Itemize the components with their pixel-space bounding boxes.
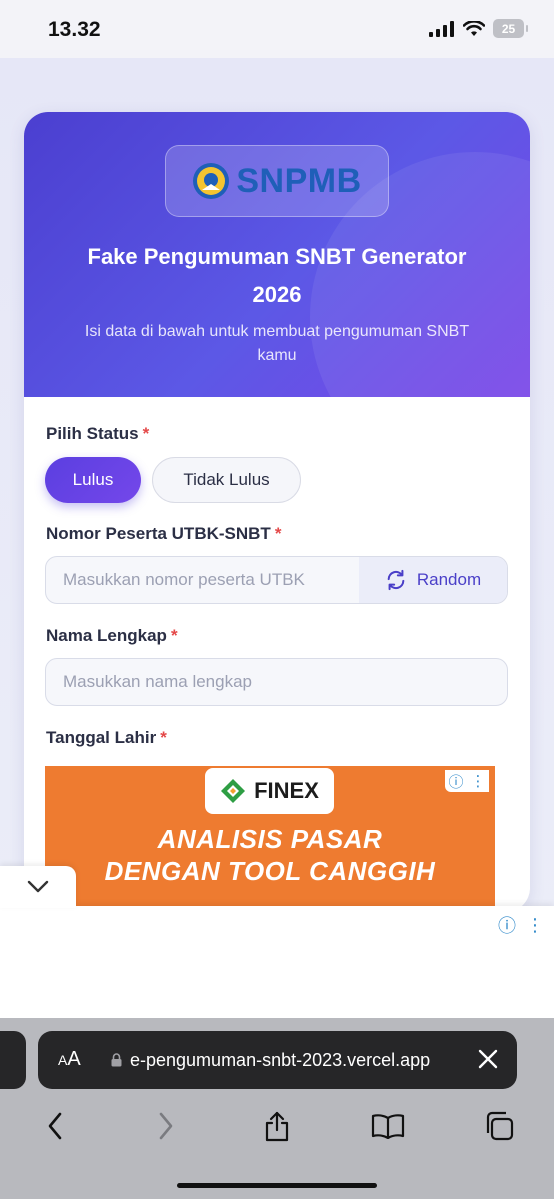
nomor-peserta-input[interactable]: [46, 557, 361, 603]
required-mark: *: [170, 626, 178, 645]
ad-more-icon[interactable]: ⋮: [470, 772, 485, 790]
nama-field: [45, 658, 508, 706]
random-label: Random: [416, 570, 482, 589]
previous-tab[interactable]: [0, 1031, 26, 1089]
browser-toolbar: [0, 1104, 554, 1148]
required-mark: *: [160, 728, 167, 747]
status-tidak-lulus-button[interactable]: Tidak Lulus: [152, 457, 301, 503]
chevron-left-icon: [49, 1112, 62, 1140]
nomor-field: Random: [45, 556, 508, 604]
title-line-1: Fake Pengumuman SNBT Generator: [87, 244, 467, 269]
ad-info-controls[interactable]: ⓘ ⋮: [445, 770, 489, 792]
random-button[interactable]: Random: [359, 557, 507, 603]
ad-headline-1: ANALISIS PASAR: [157, 824, 383, 854]
subtitle-line-2: kamu: [257, 347, 297, 364]
url-text: e-pengumuman-snbt-2023.vercel.app: [130, 1050, 431, 1070]
card-header: SNPMB Fake Pengumuman SNBT Generator 202…: [24, 112, 530, 397]
bottom-ad[interactable]: ⓘ ⋮: [0, 906, 554, 1022]
required-mark: *: [142, 424, 150, 443]
status-lulus-button[interactable]: Lulus: [45, 457, 141, 503]
page-title: Fake Pengumuman SNBT Generator 2026: [44, 238, 510, 314]
bottom-ad-info-controls[interactable]: ⓘ ⋮: [498, 912, 544, 938]
ad-info-icon[interactable]: ⓘ: [448, 771, 463, 792]
clock: 13.32: [48, 18, 101, 41]
refresh-icon: [387, 569, 405, 591]
address-bar[interactable]: AA e-pengumuman-snbt-2023.vercel.app: [38, 1031, 517, 1089]
tabs-icon: [486, 1111, 513, 1141]
book-icon: [371, 1114, 404, 1139]
required-mark: *: [274, 524, 282, 543]
chevron-down-icon: [27, 880, 49, 893]
logo-text: SNPMB: [236, 161, 362, 200]
ad-brand-logo: FINEX: [205, 768, 334, 814]
status-icons: 25: [429, 19, 528, 38]
bottom-ad-info-icon[interactable]: ⓘ: [498, 912, 516, 938]
subtitle-line-1: Isi data di bawah untuk membuat pengumum…: [84, 323, 470, 340]
close-icon[interactable]: [477, 1048, 499, 1070]
browser-chrome: AA e-pengumuman-snbt-2023.vercel.app: [0, 1018, 554, 1199]
forward-button[interactable]: [146, 1106, 186, 1146]
nama-lengkap-input[interactable]: [46, 659, 507, 705]
bottom-ad-more-icon[interactable]: ⋮: [526, 915, 544, 936]
share-icon: [265, 1111, 289, 1142]
share-button[interactable]: [257, 1106, 297, 1146]
page-subtitle: Isi data di bawah untuk membuat pengumum…: [44, 320, 510, 368]
bookmarks-button[interactable]: [368, 1106, 408, 1146]
nomor-label: Nomor Peserta UTBK-SNBT *: [46, 524, 282, 543]
form-card: SNPMB Fake Pengumuman SNBT Generator 202…: [24, 112, 530, 912]
tut-wuri-emblem-icon: [193, 163, 230, 199]
ad-headline-2: DENGAN TOOL CANGGIH: [104, 856, 436, 886]
nama-label: Nama Lengkap *: [46, 626, 178, 645]
wifi-icon: [463, 20, 485, 36]
finex-logo-icon: [221, 779, 246, 803]
lock-icon: [111, 1053, 122, 1067]
signal-icon: [429, 20, 454, 37]
collapse-ad-button[interactable]: [0, 866, 76, 908]
reader-settings-button[interactable]: AA: [58, 1048, 81, 1071]
back-button[interactable]: [35, 1106, 75, 1146]
ad-brand-name: FINEX: [254, 778, 319, 803]
title-line-2: 2026: [252, 282, 302, 307]
ad-banner[interactable]: FINEX ⓘ ⋮ ANALISIS PASAR DENGAN TOOL CAN…: [45, 766, 495, 912]
status-label: Pilih Status *: [46, 424, 150, 443]
chevron-right-icon: [159, 1112, 173, 1140]
tanggal-label: Tanggal Lahir *: [46, 728, 167, 747]
status-bar: 13.32 25: [0, 0, 554, 58]
tabs-button[interactable]: [479, 1106, 519, 1146]
snpmb-logo: SNPMB: [165, 145, 389, 217]
battery-icon: 25: [493, 19, 528, 38]
home-indicator: [177, 1183, 377, 1188]
